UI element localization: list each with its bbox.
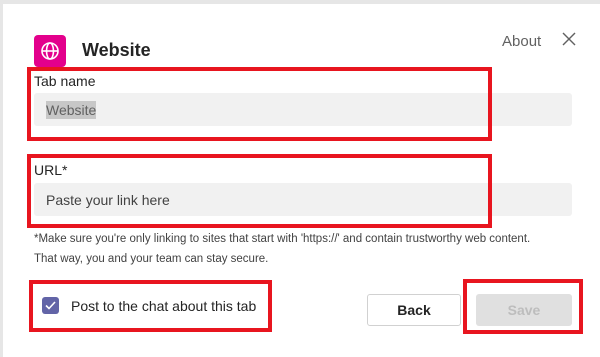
highlight-box-save — [463, 279, 583, 334]
highlight-box-url — [27, 154, 492, 228]
window-frame-top — [0, 0, 600, 4]
highlight-box-post-to-chat — [29, 280, 272, 332]
globe-icon — [34, 35, 66, 67]
dialog-title: Website — [82, 40, 151, 60]
highlight-box-tab-name — [27, 67, 492, 141]
helper-text-line-1: *Make sure you're only linking to sites … — [34, 233, 531, 245]
security-helper-text: *Make sure you're only linking to sites … — [34, 229, 574, 269]
window-frame-left — [0, 0, 3, 357]
about-link[interactable]: About — [502, 33, 541, 50]
close-icon[interactable] — [560, 30, 578, 48]
back-button[interactable]: Back — [367, 294, 461, 326]
helper-text-line-2: That way, you and your team can stay sec… — [34, 253, 269, 265]
